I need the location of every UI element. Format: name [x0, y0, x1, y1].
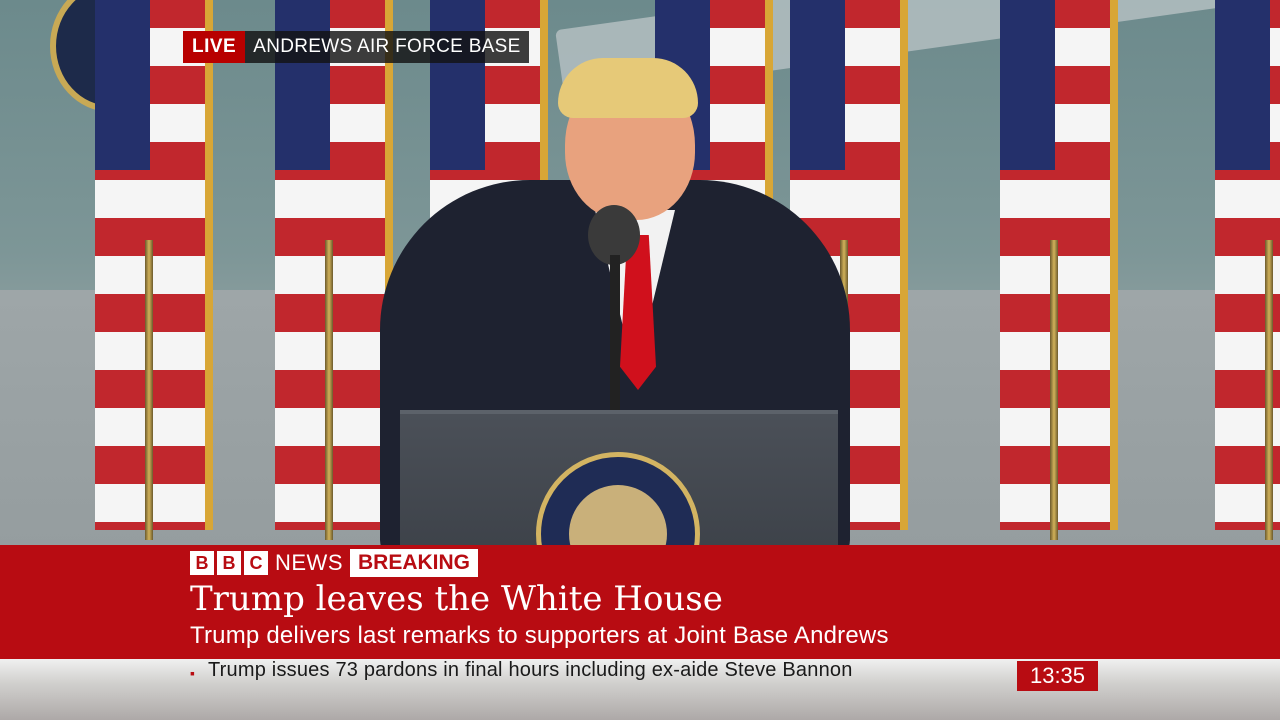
bbc-logo-block-b2: B: [217, 551, 241, 575]
speaker-hair: [558, 58, 698, 118]
breaking-badge: BREAKING: [350, 549, 479, 577]
subheadline: Trump delivers last remarks to supporter…: [190, 622, 889, 649]
location-label: ANDREWS AIR FORCE BASE: [245, 31, 529, 63]
microphone-stand: [610, 255, 620, 415]
news-wordmark: NEWS: [275, 550, 343, 575]
ticker-text: Trump issues 73 pardons in final hours i…: [208, 659, 853, 681]
lower-third: B B C NEWS BREAKING Trump leaves the Whi…: [0, 545, 1280, 659]
us-flag: [1215, 0, 1280, 560]
ticker-bullet-icon: ▪: [190, 665, 195, 681]
us-flag: [275, 0, 393, 560]
bbc-news-brand: B B C NEWS BREAKING: [190, 549, 479, 577]
bbc-logo-block-b1: B: [190, 551, 214, 575]
us-flag: [95, 0, 213, 560]
us-flag: [1000, 0, 1118, 560]
headline: Trump leaves the White House: [190, 579, 723, 619]
bbc-logo-block-c: C: [244, 551, 268, 575]
clock: 13:35: [1017, 661, 1098, 691]
live-badge: LIVE: [183, 31, 246, 63]
live-location-bug: LIVE ANDREWS AIR FORCE BASE: [183, 31, 529, 63]
